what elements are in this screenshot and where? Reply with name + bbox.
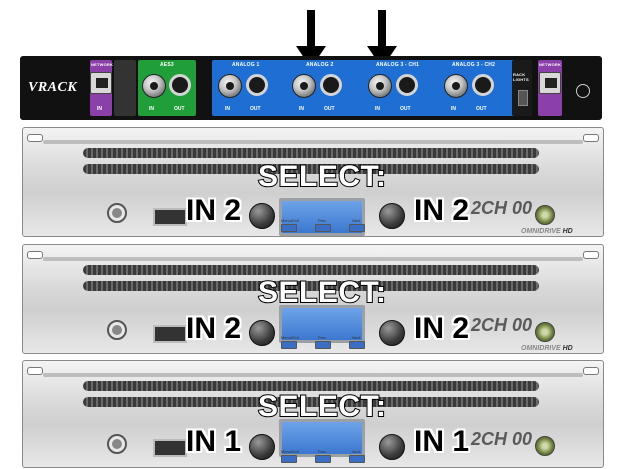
analog-2-module: ANALOG 2 IN OUT xyxy=(286,60,346,116)
rack-lights-module: RACK LIGHTS xyxy=(512,60,532,116)
rack-lights-switch[interactable] xyxy=(518,90,528,106)
analog-3-ch1-module: ANALOG 3 - CH1 IN OUT xyxy=(364,60,424,116)
next-button[interactable] xyxy=(349,455,365,463)
right-info-block xyxy=(566,60,600,116)
power-button[interactable] xyxy=(535,322,555,342)
analog-3-ch1-out-connector[interactable] xyxy=(396,74,418,96)
analog-3-ch1-in-connector[interactable] xyxy=(368,74,392,98)
input-label-amp-3-left: IN 1 xyxy=(186,425,242,458)
rack-ear-left xyxy=(27,134,43,142)
network-port-right[interactable] xyxy=(539,72,561,94)
network-module-right: NETWORK xyxy=(538,60,562,116)
rack-ear-left xyxy=(27,367,43,375)
next-button[interactable] xyxy=(349,341,365,349)
analog-3-ch2-in-connector[interactable] xyxy=(444,74,468,98)
clock-module xyxy=(114,60,136,116)
prev-button[interactable] xyxy=(315,455,331,463)
network-port-left[interactable] xyxy=(90,72,112,94)
model-number: 2CH 00 xyxy=(471,429,533,449)
rack-ear-left xyxy=(27,251,43,259)
input-label-amp-2-left: IN 2 xyxy=(186,312,242,345)
input-knob-ch1[interactable] xyxy=(249,434,275,460)
analog-2-out-connector[interactable] xyxy=(320,74,342,96)
power-button[interactable] xyxy=(535,436,555,456)
analog-1-in-connector[interactable] xyxy=(218,74,242,98)
analog-3-ch2-out-connector[interactable] xyxy=(472,74,494,96)
select-label-amp-3: SELECT: xyxy=(257,389,387,424)
usb-port[interactable] xyxy=(153,439,187,457)
aes3-out-connector[interactable] xyxy=(169,74,191,96)
next-button[interactable] xyxy=(349,224,365,232)
input-label-amp-1-left: IN 2 xyxy=(186,194,242,227)
brand-omnidrive: OMNIDRIVE HD xyxy=(521,228,573,235)
menu-exit-button[interactable] xyxy=(281,341,297,349)
analog-2-in-connector[interactable] xyxy=(292,74,316,98)
power-button[interactable] xyxy=(535,205,555,225)
input-knob-ch1[interactable] xyxy=(249,320,275,346)
vrack-logo: VRACK xyxy=(28,80,78,95)
rack-ear-right xyxy=(583,134,599,142)
rack-ear-right xyxy=(583,367,599,375)
input-label-amp-3-right: IN 1 xyxy=(414,425,470,458)
input-knob-ch2[interactable] xyxy=(379,434,405,460)
model-number: 2CH 00 xyxy=(471,198,533,218)
brand-ghost-text xyxy=(133,200,140,223)
prev-button[interactable] xyxy=(315,224,331,232)
aes3-module: AES3 IN OUT xyxy=(138,60,196,116)
usb-port[interactable] xyxy=(153,325,187,343)
vent-grille xyxy=(83,265,539,275)
input-knob-ch1[interactable] xyxy=(249,203,275,229)
rack-ear-right xyxy=(583,251,599,259)
crown-logo-icon xyxy=(107,320,127,340)
input-knob-ch2[interactable] xyxy=(379,203,405,229)
select-label-amp-2: SELECT: xyxy=(257,275,387,310)
warning-icon xyxy=(576,84,590,98)
brand-omnidrive: OMNIDRIVE HD xyxy=(521,345,573,352)
input-knob-ch2[interactable] xyxy=(379,320,405,346)
prev-button[interactable] xyxy=(315,341,331,349)
input-label-amp-2-right: IN 2 xyxy=(414,312,470,345)
network-module-left: NETWORK IN xyxy=(90,60,113,116)
usb-port[interactable] xyxy=(153,208,187,226)
aes3-in-connector[interactable] xyxy=(142,74,166,98)
crown-logo-icon xyxy=(107,434,127,454)
menu-exit-button[interactable] xyxy=(281,224,297,232)
menu-exit-button[interactable] xyxy=(281,455,297,463)
vent-grille xyxy=(83,148,539,158)
analog-1-out-connector[interactable] xyxy=(246,74,268,96)
input-label-amp-1-right: IN 2 xyxy=(414,194,470,227)
select-label-amp-1: SELECT: xyxy=(257,159,387,194)
analog-1-module: ANALOG 1 IN OUT xyxy=(212,60,272,116)
crown-logo-icon xyxy=(107,203,127,223)
model-number: 2CH 00 xyxy=(471,315,533,335)
analog-3-ch2-module: ANALOG 3 - CH2 IN OUT xyxy=(440,60,500,116)
